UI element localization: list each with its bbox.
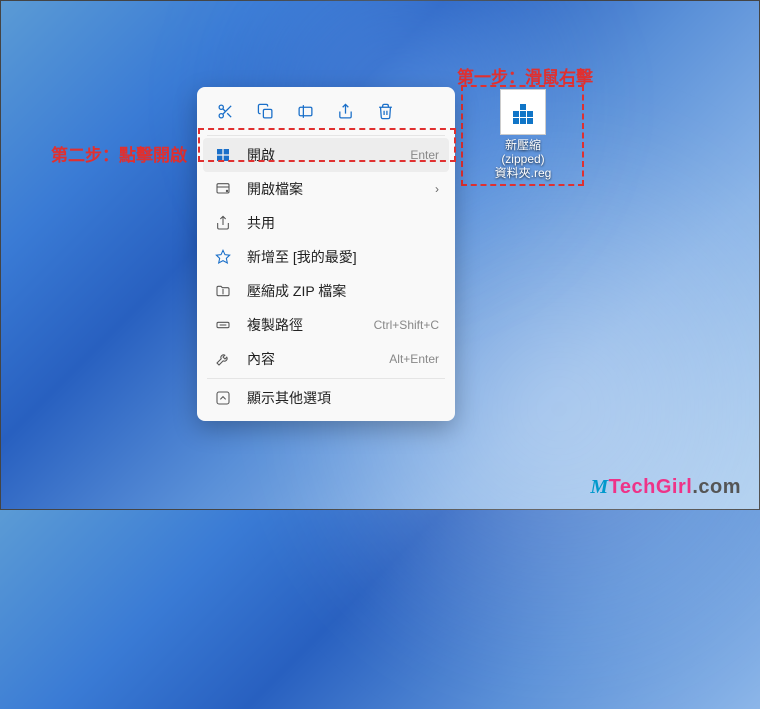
divider	[207, 378, 445, 379]
copy-icon	[257, 103, 274, 120]
rename-button[interactable]	[287, 95, 323, 127]
copy-button[interactable]	[247, 95, 283, 127]
share-menu-icon	[213, 213, 233, 233]
menu-label: 顯示其他選項	[247, 388, 439, 408]
trash-icon	[377, 103, 394, 120]
path-icon	[213, 315, 233, 335]
rename-icon	[297, 103, 314, 120]
context-toolbar	[203, 93, 449, 133]
more-icon	[213, 388, 233, 408]
menu-item-share[interactable]: 共用	[203, 206, 449, 240]
openwith-icon	[213, 179, 233, 199]
reg-file-icon	[500, 89, 546, 135]
watermark: MTechGirl.com	[590, 476, 741, 499]
menu-item-properties[interactable]: 內容 Alt+Enter	[203, 342, 449, 376]
cut-button[interactable]	[207, 95, 243, 127]
menu-item-zip[interactable]: 壓縮成 ZIP 檔案	[203, 274, 449, 308]
divider	[207, 135, 445, 136]
menu-label: 共用	[247, 213, 439, 233]
menu-item-copypath[interactable]: 複製路徑 Ctrl+Shift+C	[203, 308, 449, 342]
menu-item-open[interactable]: 開啟 Enter	[203, 138, 449, 172]
folder-zip-icon	[213, 281, 233, 301]
menu-label: 新增至 [我的最愛]	[247, 247, 439, 267]
star-icon	[213, 247, 233, 267]
file-label: 新壓縮 (zipped) 資料夾.reg	[495, 138, 552, 180]
menu-item-more[interactable]: 顯示其他選項	[203, 381, 449, 415]
chevron-right-icon: ›	[435, 182, 439, 196]
menu-shortcut: Enter	[410, 148, 439, 162]
menu-label: 開啟檔案	[247, 179, 435, 199]
menu-label: 壓縮成 ZIP 檔案	[247, 281, 439, 301]
menu-label: 內容	[247, 349, 389, 369]
menu-label: 開啟	[247, 145, 410, 165]
app-icon	[213, 145, 233, 165]
menu-shortcut: Ctrl+Shift+C	[374, 318, 439, 332]
delete-button[interactable]	[367, 95, 403, 127]
share-icon	[337, 103, 354, 120]
menu-item-openwith[interactable]: 開啟檔案 ›	[203, 172, 449, 206]
menu-shortcut: Alt+Enter	[389, 352, 439, 366]
menu-item-favorites[interactable]: 新增至 [我的最愛]	[203, 240, 449, 274]
scissors-icon	[217, 103, 234, 120]
context-menu: 開啟 Enter 開啟檔案 › 共用 新增至 [我的最愛] 壓縮成 ZIP 檔案…	[197, 87, 455, 421]
share-button[interactable]	[327, 95, 363, 127]
desktop-file-reg[interactable]: 新壓縮 (zipped) 資料夾.reg	[471, 89, 575, 180]
wrench-icon	[213, 349, 233, 369]
step1-annotation: 第一步：滑鼠右擊	[457, 63, 593, 88]
step2-annotation: 第二步：點擊開啟	[51, 141, 187, 166]
menu-label: 複製路徑	[247, 315, 374, 335]
